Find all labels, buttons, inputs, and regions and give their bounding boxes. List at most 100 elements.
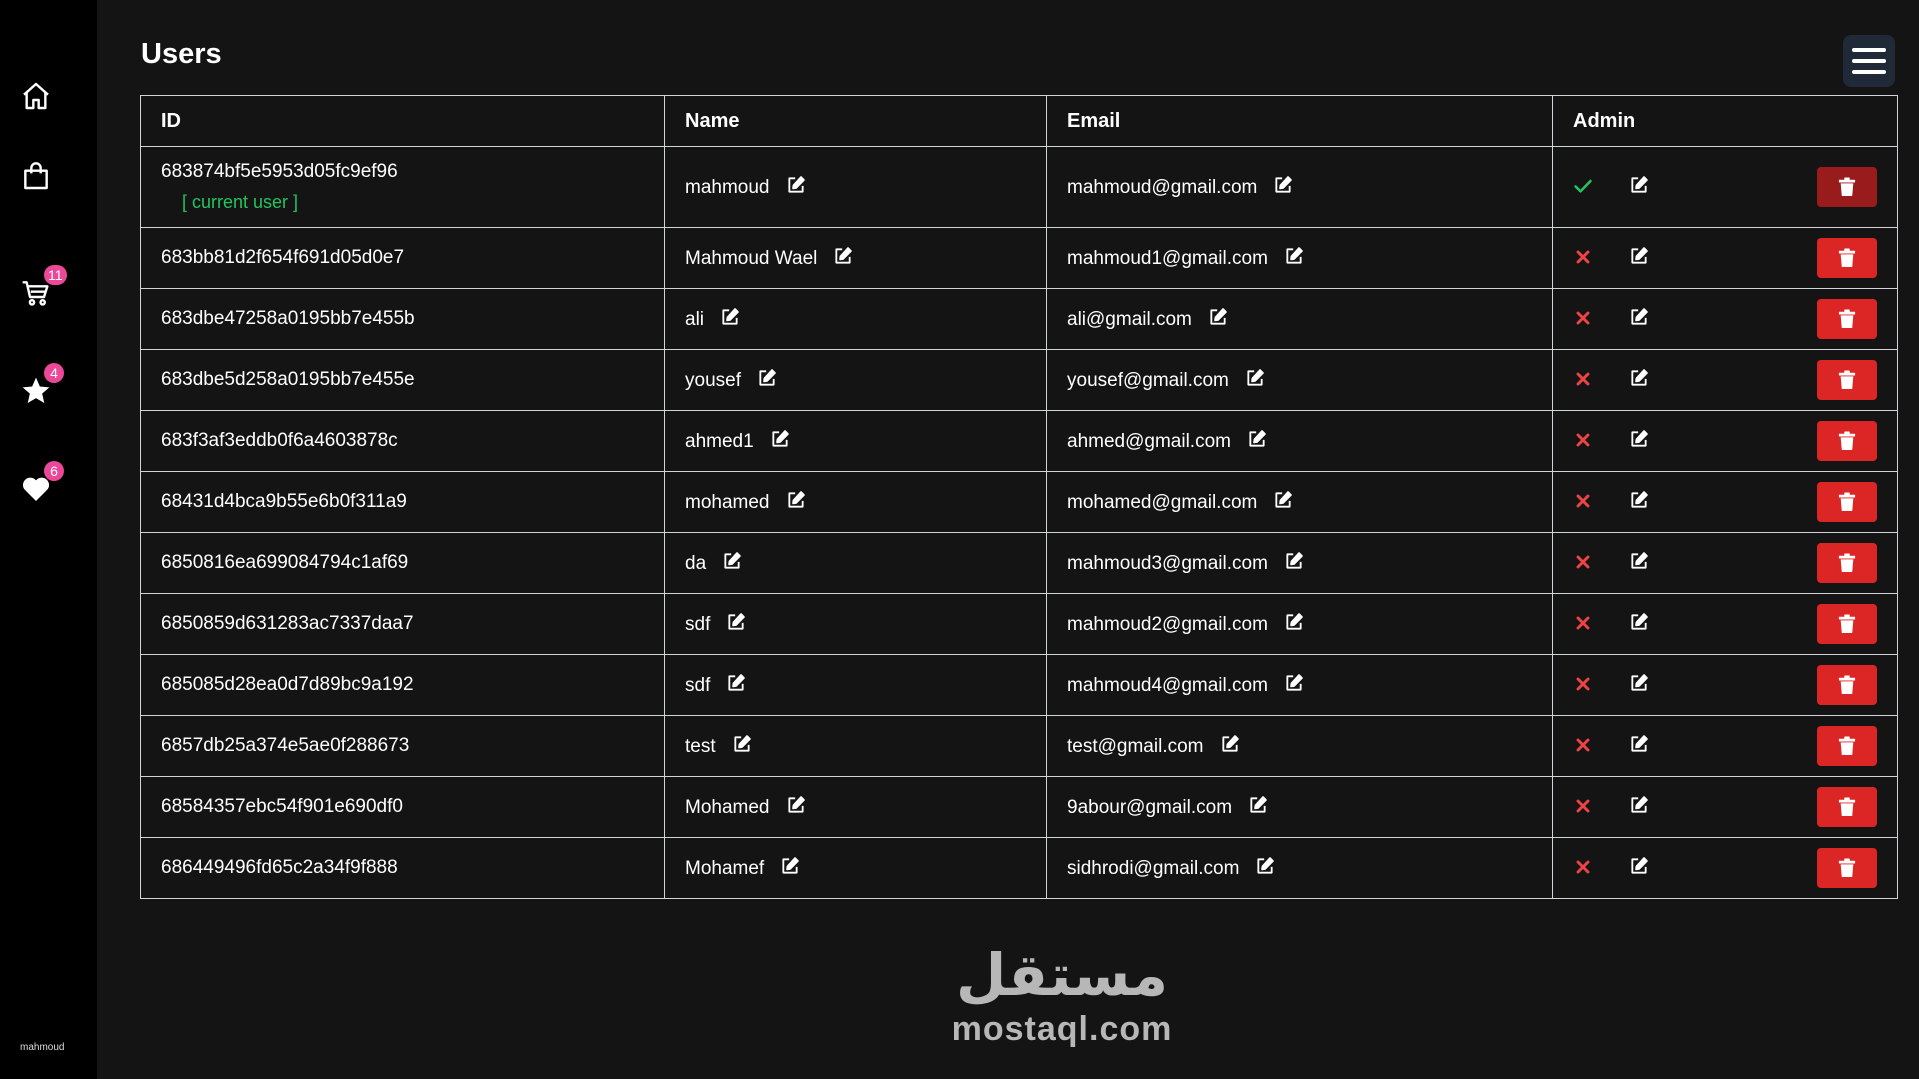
delete-user-button[interactable] [1817,604,1877,644]
delete-user-button[interactable] [1817,665,1877,705]
cross-icon [1573,735,1593,755]
edit-email-icon[interactable] [1192,308,1228,330]
edit-admin-icon[interactable] [1613,796,1649,818]
page-title: Users [141,38,222,70]
user-id: 683dbe5d258a0195bb7e455e [161,369,415,390]
cross-icon [1573,613,1593,633]
edit-admin-icon[interactable] [1613,735,1649,757]
edit-name-icon[interactable] [741,369,777,391]
user-name-cell: sdf [664,593,1047,655]
trash-icon [1838,492,1856,512]
column-header-name: Name [664,95,1047,147]
edit-email-icon[interactable] [1204,735,1240,757]
user-email-cell: mohamed@gmail.com [1046,471,1553,533]
table-row: 6857db25a374e5ae0f288673 test test@gmail.c… [140,715,1898,777]
user-name: Mahmoud Wael [685,248,818,269]
user-id: 683bb81d2f654f691d05d0e7 [161,247,405,268]
cart-icon[interactable]: 11 [18,265,67,311]
cross-icon [1573,674,1593,694]
delete-user-button[interactable] [1817,299,1877,339]
edit-name-icon[interactable] [754,430,790,452]
user-name: yousef [685,370,741,391]
edit-name-icon[interactable] [764,857,800,879]
user-name: Mohamef [685,858,765,879]
delete-user-button[interactable] [1817,787,1877,827]
edit-email-icon[interactable] [1257,491,1293,513]
edit-email-icon[interactable] [1268,613,1304,635]
user-email-cell: mahmoud4@gmail.com [1046,654,1553,716]
edit-admin-icon[interactable] [1613,247,1649,269]
star-icon[interactable]: 4 [18,363,64,409]
user-admin-cell [1552,146,1898,228]
edit-admin-icon[interactable] [1613,857,1649,879]
user-admin-cell [1552,227,1898,289]
delete-user-button[interactable] [1817,726,1877,766]
edit-email-icon[interactable] [1257,176,1293,198]
edit-name-icon[interactable] [706,552,742,574]
edit-name-icon[interactable] [704,308,740,330]
edit-name-icon[interactable] [716,735,752,757]
delete-user-button[interactable] [1817,482,1877,522]
edit-admin-icon[interactable] [1613,674,1649,696]
sidebar-username[interactable]: mahmoud [20,1042,64,1053]
user-email-cell: 9abour@gmail.com [1046,776,1553,838]
user-id: 6857db25a374e5ae0f288673 [161,735,410,756]
delete-user-button[interactable] [1817,848,1877,888]
column-header-id: ID [140,95,665,147]
delete-user-button[interactable] [1817,421,1877,461]
edit-name-icon[interactable] [817,247,853,269]
user-email-cell: ahmed@gmail.com [1046,410,1553,472]
user-email-cell: mahmoud2@gmail.com [1046,593,1553,655]
delete-user-button[interactable] [1817,167,1877,207]
user-id: 6850859d631283ac7337daa7 [161,613,414,634]
user-admin-cell [1552,532,1898,594]
user-admin-cell [1552,776,1898,838]
heart-icon[interactable]: 6 [18,461,64,507]
edit-admin-icon[interactable] [1613,491,1649,513]
edit-admin-icon[interactable] [1613,552,1649,574]
edit-email-icon[interactable] [1268,674,1304,696]
edit-email-icon[interactable] [1232,796,1268,818]
delete-user-button[interactable] [1817,360,1877,400]
edit-name-icon[interactable] [770,491,806,513]
edit-name-icon[interactable] [710,613,746,635]
edit-admin-icon[interactable] [1613,430,1649,452]
user-email: test@gmail.com [1067,736,1204,757]
user-id-cell: 683dbe5d258a0195bb7e455e [140,349,665,411]
table-row: 683874bf5e5953d05fc9ef96 [ current user ]… [140,146,1898,228]
shopping-bag-icon[interactable] [18,158,54,194]
user-email-cell: mahmoud1@gmail.com [1046,227,1553,289]
edit-email-icon[interactable] [1231,430,1267,452]
delete-user-button[interactable] [1817,543,1877,583]
user-admin-cell [1552,410,1898,472]
hamburger-icon[interactable] [1843,35,1895,87]
edit-admin-icon[interactable] [1613,369,1649,391]
edit-name-icon[interactable] [770,176,806,198]
edit-email-icon[interactable] [1229,369,1265,391]
trash-icon [1838,309,1856,329]
edit-name-icon[interactable] [770,796,806,818]
table-row: 683dbe5d258a0195bb7e455e yousef yousef@gma… [140,349,1898,411]
user-id: 686449496fd65c2a34f9f888 [161,857,398,878]
edit-admin-icon[interactable] [1613,308,1649,330]
user-id-cell: 685085d28ea0d7d89bc9a192 [140,654,665,716]
edit-email-icon[interactable] [1268,552,1304,574]
table-row: 683bb81d2f654f691d05d0e7 Mahmoud Wael mahm… [140,227,1898,289]
user-id: 685085d28ea0d7d89bc9a192 [161,674,414,695]
edit-admin-icon[interactable] [1613,613,1649,635]
check-icon [1573,176,1593,196]
edit-email-icon[interactable] [1268,247,1304,269]
edit-email-icon[interactable] [1239,857,1275,879]
edit-name-icon[interactable] [710,674,746,696]
home-icon[interactable] [18,78,54,114]
delete-user-button[interactable] [1817,238,1877,278]
table-header-row: ID Name Email Admin [140,95,1898,147]
user-admin-cell [1552,471,1898,533]
edit-admin-icon[interactable] [1613,176,1649,198]
trash-icon [1838,431,1856,451]
user-id-cell: 686449496fd65c2a34f9f888 [140,837,665,899]
user-name-cell: sdf [664,654,1047,716]
table-row: 686449496fd65c2a34f9f888 Mohamef sidhrodi@… [140,837,1898,899]
trash-icon [1838,675,1856,695]
column-header-admin: Admin [1552,95,1898,147]
